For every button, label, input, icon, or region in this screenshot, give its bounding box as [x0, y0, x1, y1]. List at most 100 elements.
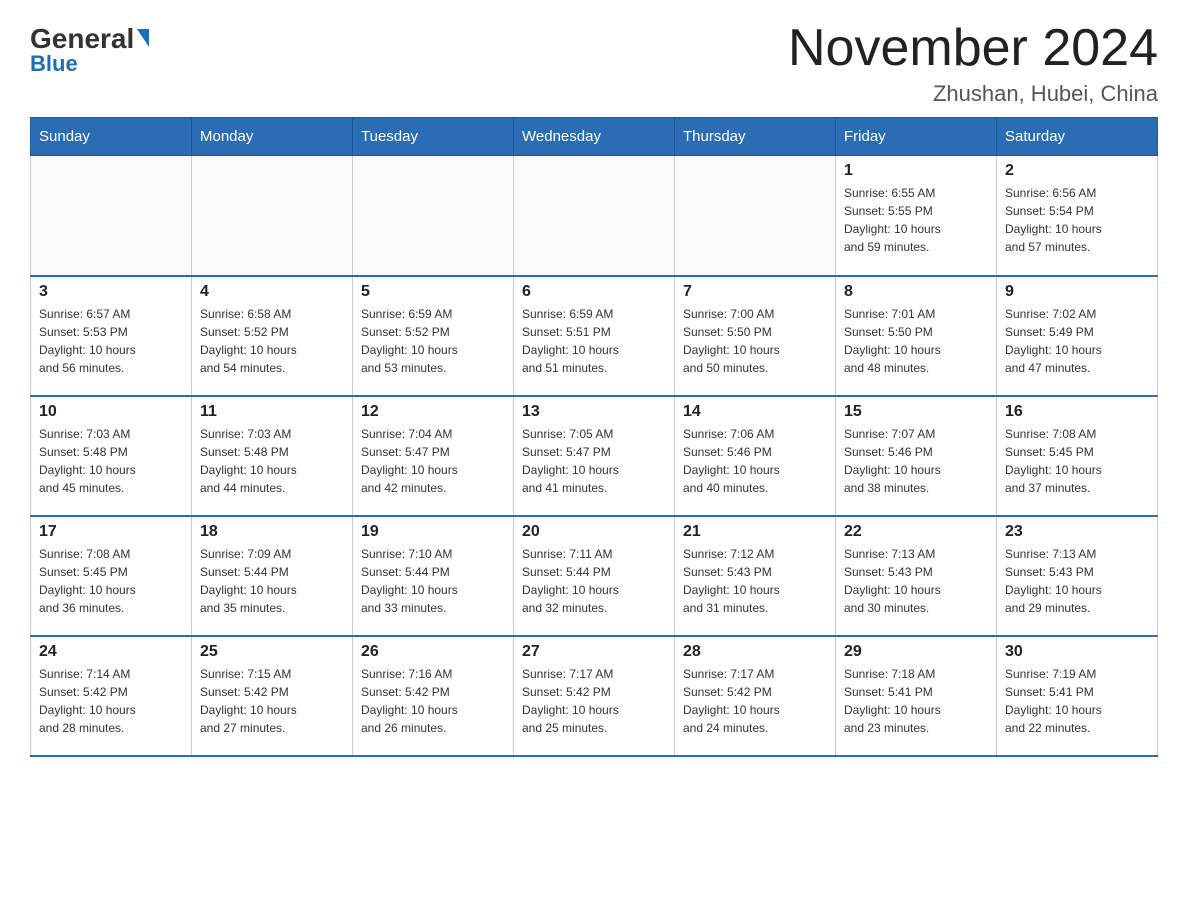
- calendar-cell: 1 Sunrise: 6:55 AM Sunset: 5:55 PM Daylig…: [836, 156, 997, 276]
- calendar-cell: 17Sunrise: 7:08 AM Sunset: 5:45 PM Dayli…: [31, 516, 192, 636]
- day-info: Sunrise: 7:07 AM Sunset: 5:46 PM Dayligh…: [844, 425, 988, 497]
- calendar-cell: [353, 156, 514, 276]
- calendar-cell: 18 Sunrise: 7:09 AM Sunset: 5:44 PM Dayli…: [192, 516, 353, 636]
- logo-general: General: [30, 25, 149, 53]
- day-info: Sunrise: 7:05 AM Sunset: 5:47 PM Dayligh…: [522, 425, 666, 497]
- day-number: 8: [844, 283, 988, 301]
- day-number: 24: [39, 643, 183, 661]
- calendar-cell: 3Sunrise: 6:57 AM Sunset: 5:53 PM Daylig…: [31, 276, 192, 396]
- day-info: Sunrise: 7:03 AM Sunset: 5:48 PM Dayligh…: [200, 425, 344, 497]
- day-number: 14: [683, 403, 827, 421]
- day-number: 11: [200, 403, 344, 421]
- calendar-cell: 2 Sunrise: 6:56 AM Sunset: 5:54 PM Daylig…: [997, 156, 1158, 276]
- day-info: Sunrise: 7:16 AM Sunset: 5:42 PM Dayligh…: [361, 665, 505, 737]
- calendar-cell: 7 Sunrise: 7:00 AM Sunset: 5:50 PM Daylig…: [675, 276, 836, 396]
- calendar-cell: 25Sunrise: 7:15 AM Sunset: 5:42 PM Dayli…: [192, 636, 353, 756]
- day-number: 28: [683, 643, 827, 661]
- day-number: 20: [522, 523, 666, 541]
- day-info: Sunrise: 7:13 AM Sunset: 5:43 PM Dayligh…: [844, 545, 988, 617]
- day-info: Sunrise: 7:10 AM Sunset: 5:44 PM Dayligh…: [361, 545, 505, 617]
- day-info: Sunrise: 6:59 AM Sunset: 5:52 PM Dayligh…: [361, 305, 505, 377]
- header-day-saturday: Saturday: [997, 118, 1158, 156]
- day-number: 16: [1005, 403, 1149, 421]
- day-number: 1: [844, 162, 988, 180]
- day-number: 3: [39, 283, 183, 301]
- calendar-cell: 6 Sunrise: 6:59 AM Sunset: 5:51 PM Daylig…: [514, 276, 675, 396]
- day-number: 23: [1005, 523, 1149, 541]
- day-info: Sunrise: 6:56 AM Sunset: 5:54 PM Dayligh…: [1005, 184, 1149, 256]
- calendar-cell: 4Sunrise: 6:58 AM Sunset: 5:52 PM Daylig…: [192, 276, 353, 396]
- calendar-cell: 13 Sunrise: 7:05 AM Sunset: 5:47 PM Dayli…: [514, 396, 675, 516]
- day-info: Sunrise: 6:55 AM Sunset: 5:55 PM Dayligh…: [844, 184, 988, 256]
- day-info: Sunrise: 7:11 AM Sunset: 5:44 PM Dayligh…: [522, 545, 666, 617]
- header-day-wednesday: Wednesday: [514, 118, 675, 156]
- calendar-cell: [192, 156, 353, 276]
- header-day-friday: Friday: [836, 118, 997, 156]
- calendar-cell: [514, 156, 675, 276]
- logo-arrow-icon: [137, 29, 149, 47]
- calendar-cell: 28Sunrise: 7:17 AM Sunset: 5:42 PM Dayli…: [675, 636, 836, 756]
- day-number: 22: [844, 523, 988, 541]
- calendar-cell: 29Sunrise: 7:18 AM Sunset: 5:41 PM Dayli…: [836, 636, 997, 756]
- day-info: Sunrise: 7:09 AM Sunset: 5:44 PM Dayligh…: [200, 545, 344, 617]
- day-info: Sunrise: 7:19 AM Sunset: 5:41 PM Dayligh…: [1005, 665, 1149, 737]
- day-number: 12: [361, 403, 505, 421]
- calendar-cell: 15 Sunrise: 7:07 AM Sunset: 5:46 PM Dayli…: [836, 396, 997, 516]
- calendar-cell: 9 Sunrise: 7:02 AM Sunset: 5:49 PM Daylig…: [997, 276, 1158, 396]
- calendar-week-2: 3Sunrise: 6:57 AM Sunset: 5:53 PM Daylig…: [31, 276, 1158, 396]
- location: Zhushan, Hubei, China: [788, 81, 1158, 107]
- header-day-sunday: Sunday: [31, 118, 192, 156]
- day-number: 26: [361, 643, 505, 661]
- day-number: 7: [683, 283, 827, 301]
- day-number: 18: [200, 523, 344, 541]
- day-info: Sunrise: 7:02 AM Sunset: 5:49 PM Dayligh…: [1005, 305, 1149, 377]
- day-info: Sunrise: 7:01 AM Sunset: 5:50 PM Dayligh…: [844, 305, 988, 377]
- calendar-cell: 8 Sunrise: 7:01 AM Sunset: 5:50 PM Daylig…: [836, 276, 997, 396]
- day-info: Sunrise: 7:06 AM Sunset: 5:46 PM Dayligh…: [683, 425, 827, 497]
- header-day-tuesday: Tuesday: [353, 118, 514, 156]
- day-number: 19: [361, 523, 505, 541]
- calendar-body: 1 Sunrise: 6:55 AM Sunset: 5:55 PM Daylig…: [31, 156, 1158, 756]
- day-info: Sunrise: 7:15 AM Sunset: 5:42 PM Dayligh…: [200, 665, 344, 737]
- logo-general-text: General: [30, 25, 134, 53]
- calendar: SundayMondayTuesdayWednesdayThursdayFrid…: [30, 117, 1158, 757]
- day-info: Sunrise: 7:12 AM Sunset: 5:43 PM Dayligh…: [683, 545, 827, 617]
- calendar-cell: 10 Sunrise: 7:03 AM Sunset: 5:48 PM Dayli…: [31, 396, 192, 516]
- header-day-monday: Monday: [192, 118, 353, 156]
- calendar-header: SundayMondayTuesdayWednesdayThursdayFrid…: [31, 118, 1158, 156]
- day-info: Sunrise: 6:59 AM Sunset: 5:51 PM Dayligh…: [522, 305, 666, 377]
- day-info: Sunrise: 7:17 AM Sunset: 5:42 PM Dayligh…: [522, 665, 666, 737]
- calendar-cell: 16 Sunrise: 7:08 AM Sunset: 5:45 PM Dayli…: [997, 396, 1158, 516]
- day-number: 6: [522, 283, 666, 301]
- calendar-cell: 5 Sunrise: 6:59 AM Sunset: 5:52 PM Daylig…: [353, 276, 514, 396]
- day-info: Sunrise: 7:03 AM Sunset: 5:48 PM Dayligh…: [39, 425, 183, 497]
- day-number: 27: [522, 643, 666, 661]
- calendar-cell: 19 Sunrise: 7:10 AM Sunset: 5:44 PM Dayli…: [353, 516, 514, 636]
- day-number: 5: [361, 283, 505, 301]
- calendar-week-3: 10 Sunrise: 7:03 AM Sunset: 5:48 PM Dayli…: [31, 396, 1158, 516]
- day-info: Sunrise: 7:08 AM Sunset: 5:45 PM Dayligh…: [1005, 425, 1149, 497]
- calendar-cell: 26 Sunrise: 7:16 AM Sunset: 5:42 PM Dayli…: [353, 636, 514, 756]
- calendar-cell: 30Sunrise: 7:19 AM Sunset: 5:41 PM Dayli…: [997, 636, 1158, 756]
- day-info: Sunrise: 7:00 AM Sunset: 5:50 PM Dayligh…: [683, 305, 827, 377]
- calendar-week-5: 24 Sunrise: 7:14 AM Sunset: 5:42 PM Dayli…: [31, 636, 1158, 756]
- day-info: Sunrise: 7:13 AM Sunset: 5:43 PM Dayligh…: [1005, 545, 1149, 617]
- day-number: 17: [39, 523, 183, 541]
- day-number: 9: [1005, 283, 1149, 301]
- calendar-cell: 23 Sunrise: 7:13 AM Sunset: 5:43 PM Dayli…: [997, 516, 1158, 636]
- header-row: SundayMondayTuesdayWednesdayThursdayFrid…: [31, 118, 1158, 156]
- day-info: Sunrise: 7:18 AM Sunset: 5:41 PM Dayligh…: [844, 665, 988, 737]
- day-number: 13: [522, 403, 666, 421]
- calendar-cell: 11 Sunrise: 7:03 AM Sunset: 5:48 PM Dayli…: [192, 396, 353, 516]
- day-info: Sunrise: 7:14 AM Sunset: 5:42 PM Dayligh…: [39, 665, 183, 737]
- calendar-cell: 14 Sunrise: 7:06 AM Sunset: 5:46 PM Dayli…: [675, 396, 836, 516]
- calendar-cell: 12Sunrise: 7:04 AM Sunset: 5:47 PM Dayli…: [353, 396, 514, 516]
- logo-blue-text: Blue: [30, 51, 78, 77]
- day-number: 2: [1005, 162, 1149, 180]
- day-number: 4: [200, 283, 344, 301]
- day-number: 15: [844, 403, 988, 421]
- calendar-cell: 22 Sunrise: 7:13 AM Sunset: 5:43 PM Dayli…: [836, 516, 997, 636]
- calendar-cell: 24 Sunrise: 7:14 AM Sunset: 5:42 PM Dayli…: [31, 636, 192, 756]
- day-number: 10: [39, 403, 183, 421]
- header-day-thursday: Thursday: [675, 118, 836, 156]
